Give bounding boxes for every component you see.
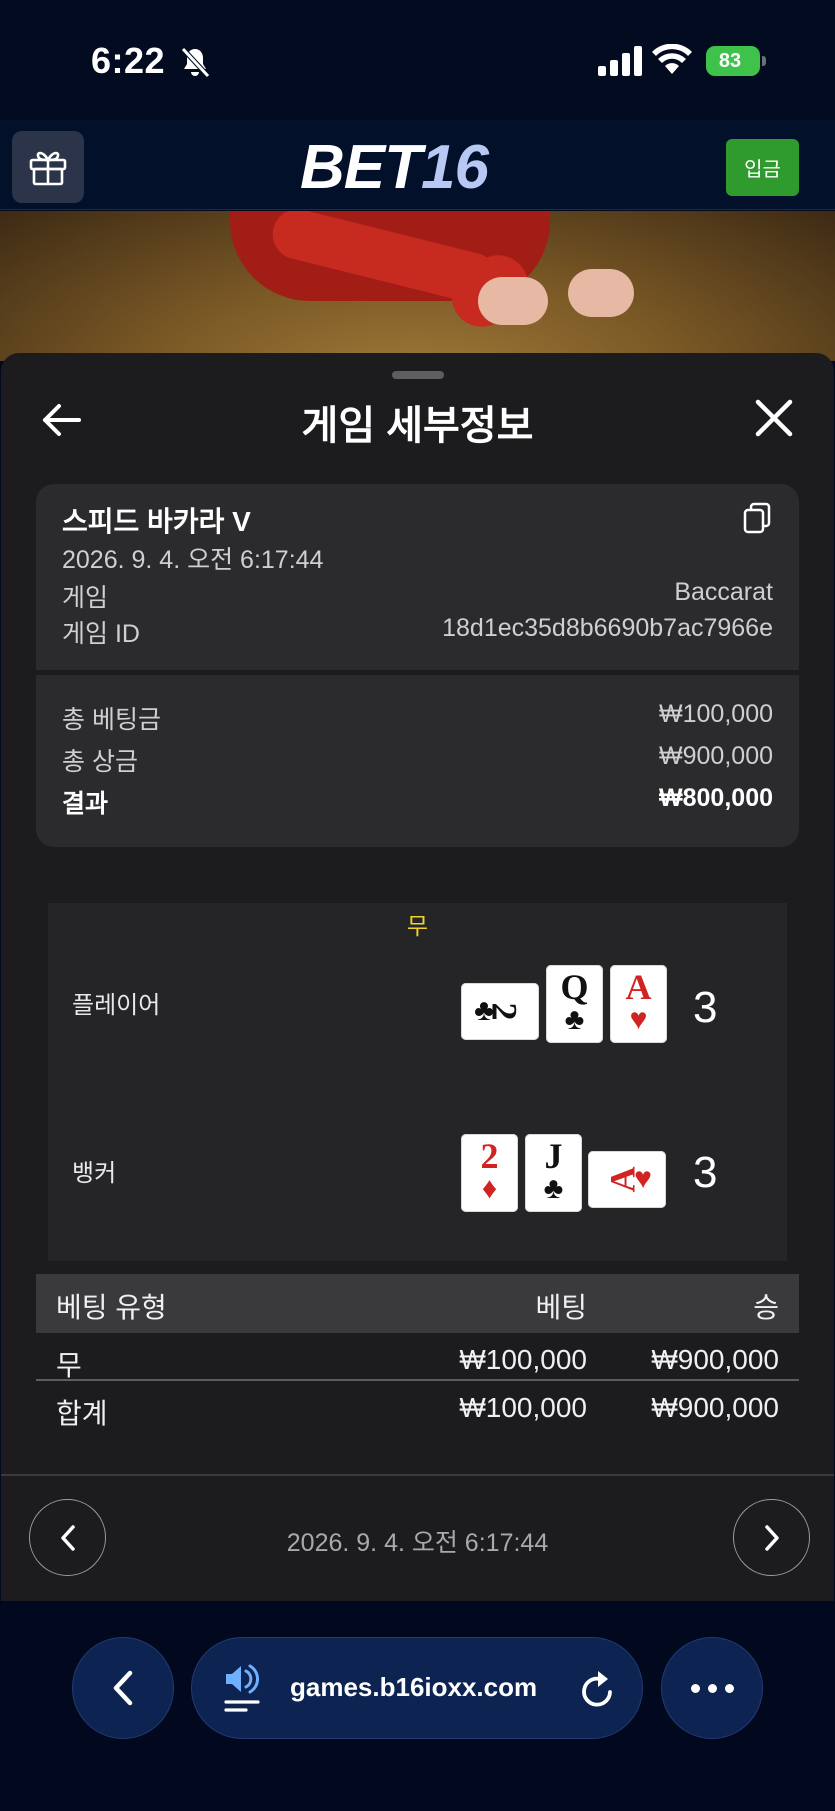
banker-card-3: A ♥ [588,1151,666,1208]
total-win-row: 총 상금 ₩900,000 [62,742,773,778]
browser-toolbar: games.b16ioxx.com [0,1601,835,1811]
bet-amount: ₩100,000 [459,1344,587,1375]
divider [1,1474,834,1476]
next-round-button[interactable] [733,1499,810,1576]
bell-slash-icon [181,47,210,78]
card-rank: 2 [480,1136,499,1176]
info-row-game: 게임 Baccarat [62,578,773,614]
more-icon [690,1683,700,1693]
status-time: 6:22 [91,40,166,81]
logo-num: 16 [421,133,489,202]
info-label: 총 베팅금 [62,706,161,734]
info-value: Baccarat [674,578,773,606]
banker-card-1: 2 ♦ [461,1134,518,1212]
banker-label: 뱅커 [72,1160,117,1187]
card-suit: ♦ [481,1172,498,1205]
game-details-sheet: 게임 세부정보 스피드 바카라 V 2026. 9. 4. 오전 6:17:44… [1,353,834,1601]
card-rank: Q [560,967,589,1007]
deposit-button[interactable]: 입금 [726,139,799,196]
card-rank: J [544,1136,563,1176]
more-icon-dot [724,1683,734,1693]
game-info-card: 스피드 바카라 V 2026. 9. 4. 오전 6:17:44 게임 Bacc… [36,484,799,847]
sheet-title: 게임 세부정보 [301,404,534,448]
divider [36,670,799,675]
speaker-icon[interactable] [222,1662,266,1716]
header-bet-type: 베팅 유형 [56,1292,167,1323]
sheet-grabber[interactable] [392,371,444,379]
chevron-left-icon [113,1670,133,1706]
player-card-1: 2 ♣ [461,983,539,1040]
url-text: games.b16ioxx.com [290,1672,538,1702]
info-label: 결과 [62,790,109,818]
logo: BET16 [300,132,489,203]
close-icon[interactable] [753,397,795,439]
app-header: BET16 입금 [0,120,835,210]
total-bet: ₩100,000 [459,1392,587,1423]
table-total-row: 합계 ₩100,000 ₩900,000 [36,1384,799,1430]
info-label: 총 상금 [62,748,138,776]
bet-type: 무 [56,1350,82,1381]
cards-panel: 무 플레이어 2 ♣ Q ♣ A ♥ 3 뱅커 2 ♦ J ♣ A ♥ 3 [48,903,787,1261]
wifi-icon [652,44,692,74]
info-value: ₩800,000 [659,784,773,812]
banker-card-2: J ♣ [525,1134,582,1212]
card-suit: ♥ [629,1003,648,1036]
total-bet-row: 총 베팅금 ₩100,000 [62,700,773,736]
more-icon-dot [707,1683,717,1693]
win-amount: ₩900,000 [651,1344,779,1375]
round-outcome: 무 [406,913,429,939]
player-label: 플레이어 [72,992,161,1019]
signal-icon [598,46,642,76]
info-value[interactable]: 18d1ec35d8b6690b7ac7966e [442,614,773,650]
banker-score: 3 [693,1148,718,1197]
total-win: ₩900,000 [651,1392,779,1423]
info-value: ₩900,000 [659,742,773,770]
total-label: 합계 [56,1398,108,1429]
card-suit: ♥ [634,1162,652,1195]
table-row: 무 ₩100,000 ₩900,000 [36,1336,799,1382]
logo-main: BET [300,133,422,202]
header-win: 승 [753,1292,779,1323]
game-datetime: 2026. 9. 4. 오전 6:17:44 [62,546,324,574]
card-rank: A [625,967,652,1007]
live-video [0,211,835,361]
info-label: 게임 [62,584,109,612]
gift-button[interactable] [12,131,84,203]
browser-back-button[interactable] [72,1637,174,1739]
header-bet: 베팅 [535,1292,587,1323]
player-score: 3 [693,983,718,1032]
bets-table-header: 베팅 유형 베팅 승 [36,1274,799,1333]
round-datetime: 2026. 9. 4. 오전 6:17:44 [286,1529,549,1557]
divider [36,1379,799,1381]
info-label: 게임 ID [62,620,140,648]
card-suit: ♣ [564,1003,585,1036]
info-row-game-id: 게임 ID 18d1ec35d8b6690b7ac7966e [62,614,773,650]
status-bar: 6:22 83 [0,0,835,120]
game-name: 스피드 바카라 V [62,506,251,537]
info-value: ₩100,000 [659,700,773,728]
copy-icon[interactable] [742,502,772,534]
battery-icon: 83 [706,46,766,76]
card-suit: ♣ [474,994,494,1027]
more-button[interactable] [661,1637,763,1739]
address-bar[interactable]: games.b16ioxx.com [191,1637,643,1739]
player-card-2: Q ♣ [546,965,603,1043]
gift-icon [29,151,67,186]
reload-icon[interactable] [578,1668,618,1710]
card-suit: ♣ [543,1172,564,1205]
battery-level: 83 [718,49,742,72]
result-row: 결과 ₩800,000 [62,784,773,820]
chevron-right-icon [764,1524,779,1551]
player-card-3: A ♥ [610,965,667,1043]
